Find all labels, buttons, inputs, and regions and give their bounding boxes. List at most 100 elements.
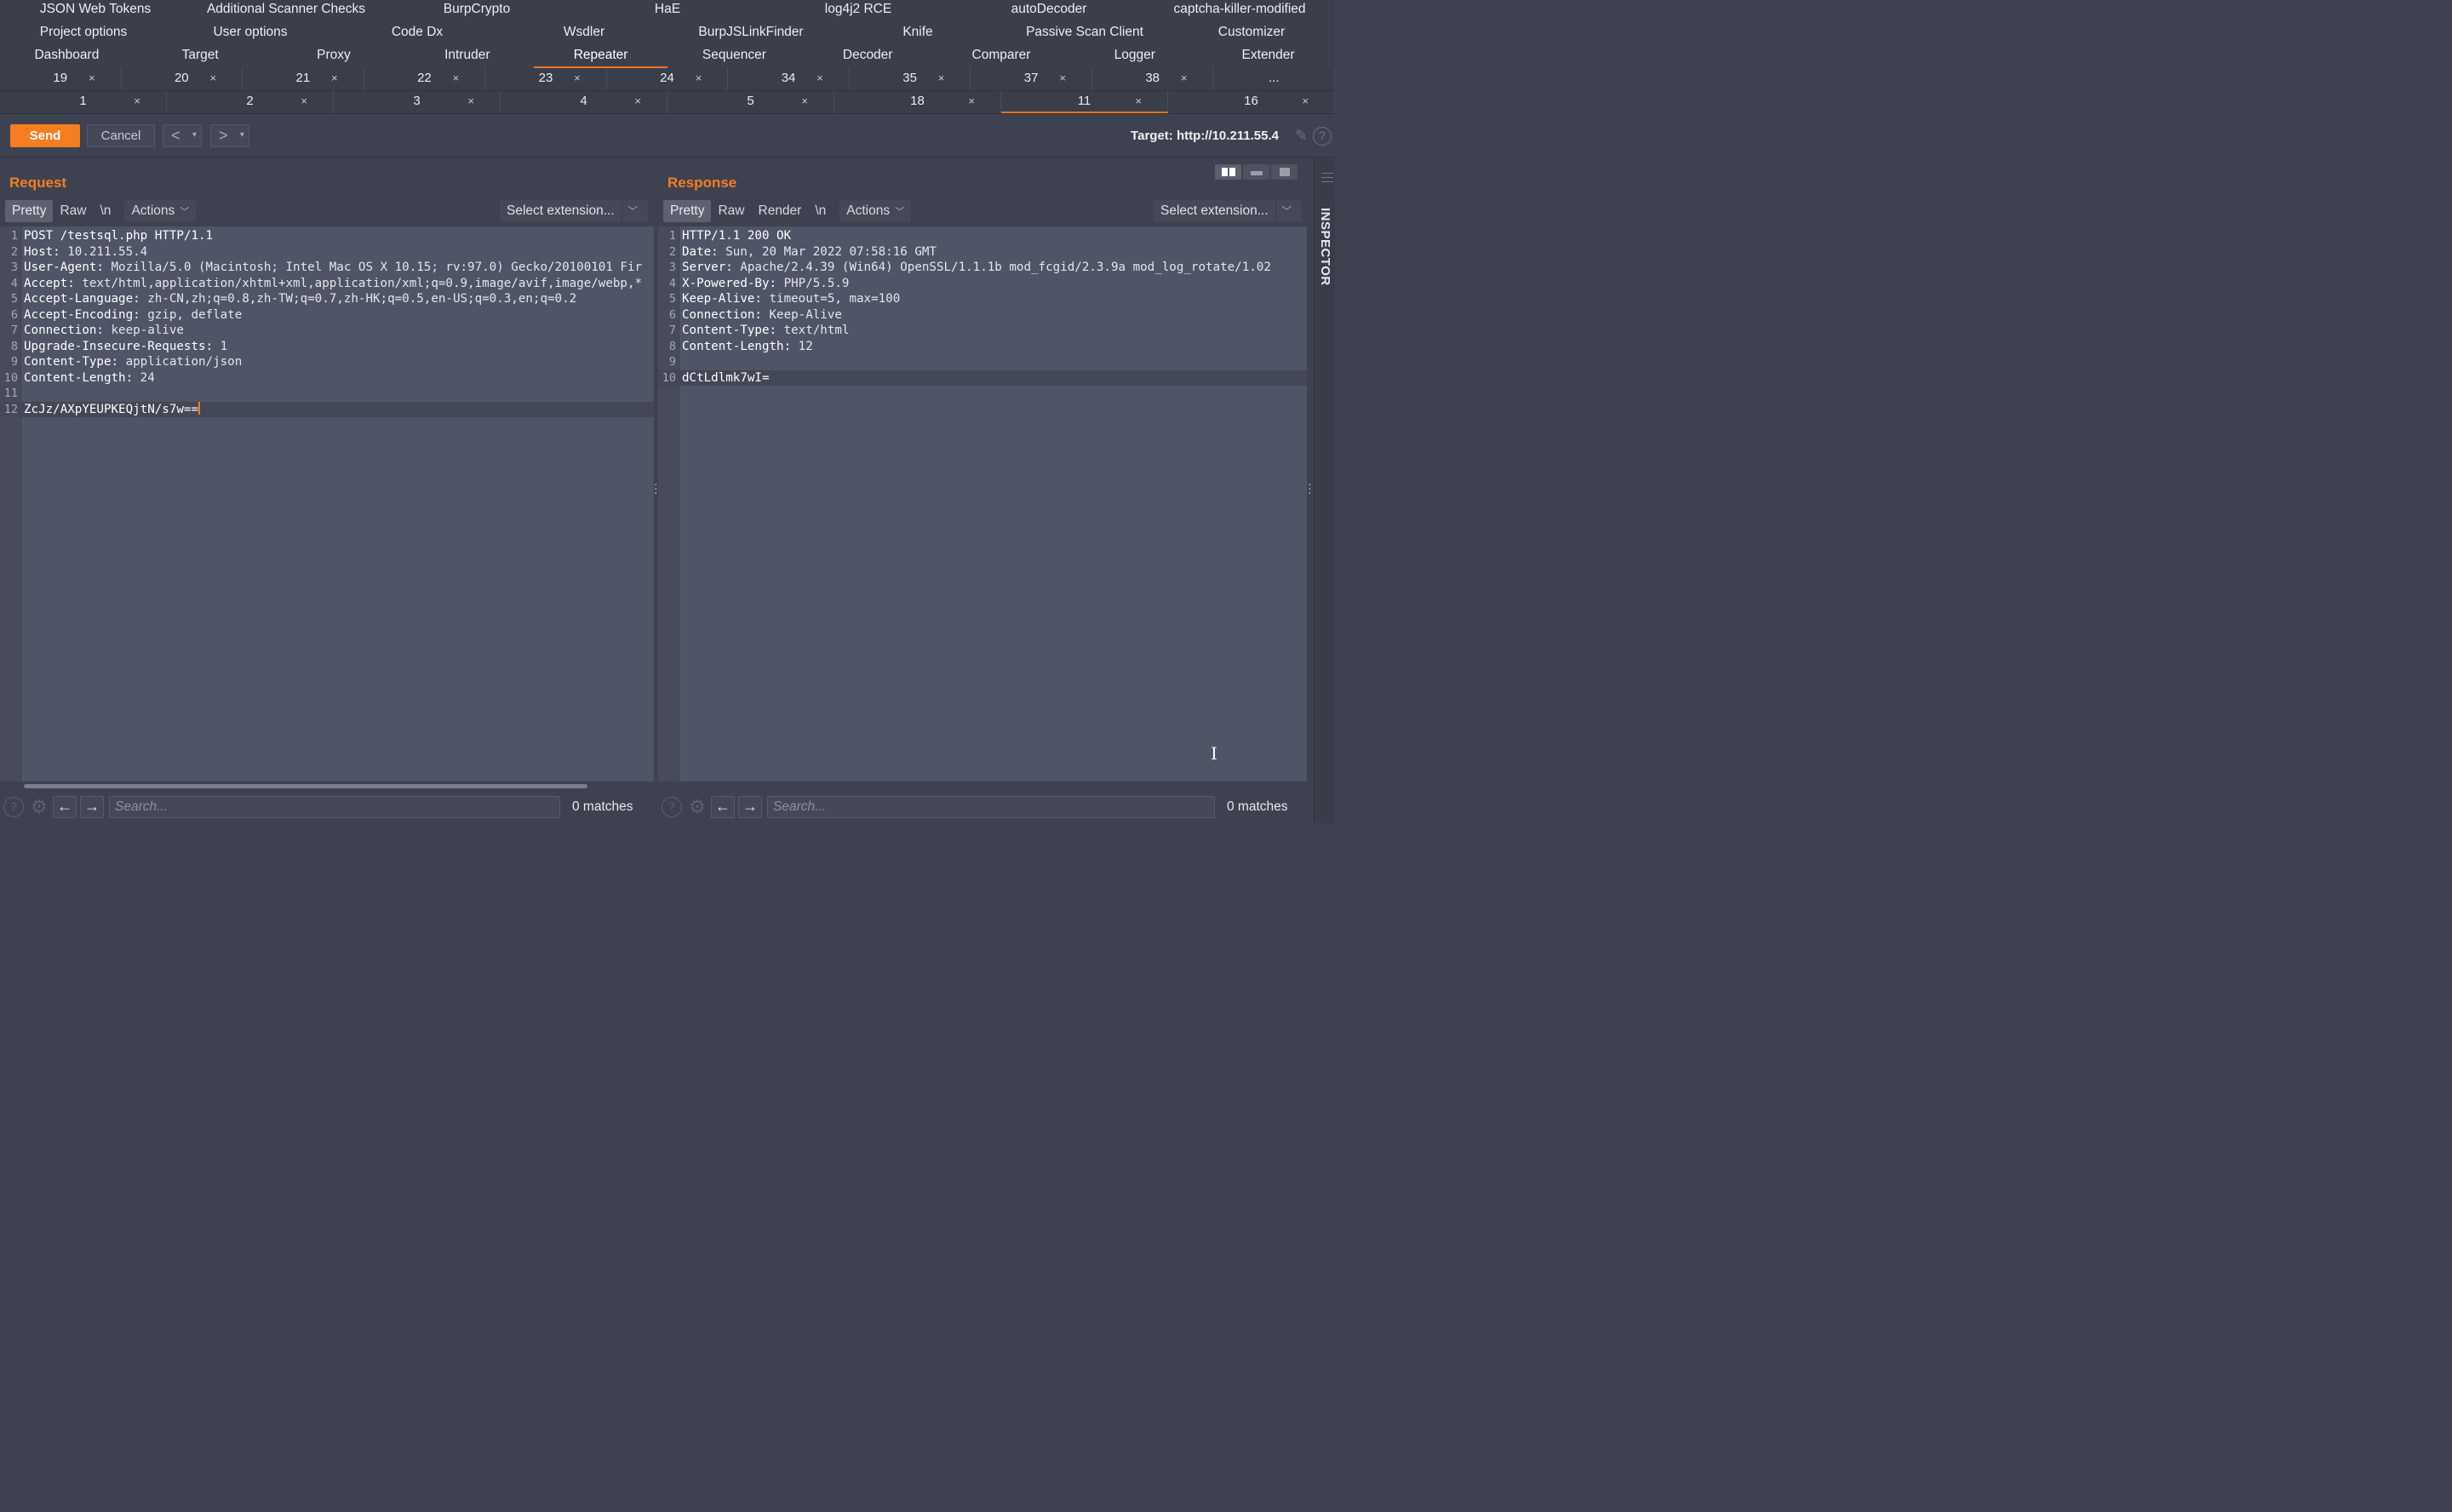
menu-tab-wsdler[interactable]: Wsdler (501, 23, 667, 46)
repeater-tab-4[interactable]: 4 × (501, 91, 667, 113)
close-icon[interactable]: × (696, 68, 702, 89)
repeater-tab-24[interactable]: 24 × (607, 68, 729, 90)
arrow-left-icon[interactable]: ← (711, 796, 735, 818)
forward-dropdown-icon[interactable]: ▾ (236, 125, 249, 146)
help-icon[interactable]: ? (3, 797, 24, 817)
repeater-tab-20[interactable]: 20 × (122, 68, 243, 90)
repeater-tab-21[interactable]: 21 × (243, 68, 364, 90)
menu-tab-log4j2-rce[interactable]: log4j2 RCE (763, 0, 954, 23)
request-view-newline[interactable]: \n (94, 200, 118, 222)
menu-tab-passive-scan-client[interactable]: Passive Scan Client (1001, 23, 1168, 46)
layout-side-by-side-icon[interactable] (1215, 164, 1241, 180)
repeater-tab-35[interactable]: 35 × (850, 68, 971, 90)
gear-icon[interactable]: ⚙ (687, 797, 708, 817)
close-icon[interactable]: × (634, 91, 641, 112)
request-actions-button[interactable]: Actions ﹀ (124, 200, 197, 222)
repeater-tab-3[interactable]: 3 × (334, 91, 501, 113)
close-icon[interactable]: × (210, 68, 217, 89)
menu-tab-json-web-tokens[interactable]: JSON Web Tokens (0, 0, 191, 23)
gear-icon[interactable]: ⚙ (29, 797, 49, 817)
close-icon[interactable]: × (1302, 91, 1309, 112)
menu-tab-burpjslinkfinder[interactable]: BurpJSLinkFinder (667, 23, 834, 46)
menu-tab-user-options[interactable]: User options (167, 23, 334, 46)
back-dropdown-icon[interactable]: ▾ (188, 125, 201, 146)
repeater-tab-16[interactable]: 16 × (1168, 91, 1335, 113)
close-icon[interactable]: × (301, 91, 307, 112)
inspector-panel[interactable]: — — — INSPECTOR (1314, 158, 1335, 823)
response-view-render[interactable]: Render (752, 200, 809, 222)
arrow-right-icon[interactable]: → (80, 796, 104, 818)
menu-tab-repeater[interactable]: Repeater (534, 46, 667, 68)
close-icon[interactable]: × (134, 91, 140, 112)
help-icon[interactable]: ? (1313, 127, 1332, 146)
request-view-pretty[interactable]: Pretty (5, 200, 54, 222)
menu-tab-intruder[interactable]: Intruder (400, 46, 534, 68)
repeater-tab-5[interactable]: 5 × (667, 91, 834, 113)
menu-tab-target[interactable]: Target (134, 46, 267, 68)
close-icon[interactable]: × (968, 91, 975, 112)
close-icon[interactable]: × (453, 68, 460, 89)
menu-tab-hae[interactable]: HaE (572, 0, 763, 23)
menu-tab-decoder[interactable]: Decoder (801, 46, 935, 68)
close-icon[interactable]: × (89, 68, 95, 89)
close-icon[interactable]: × (816, 68, 823, 89)
repeater-tab-38[interactable]: 38 × (1092, 68, 1214, 90)
response-view-raw[interactable]: Raw (711, 200, 751, 222)
repeater-tab-2[interactable]: 2 × (167, 91, 334, 113)
close-icon[interactable]: × (938, 68, 945, 89)
help-icon[interactable]: ? (662, 797, 682, 817)
menu-tab-comparer[interactable]: Comparer (935, 46, 1068, 68)
repeater-tab-23[interactable]: 23 × (485, 68, 607, 90)
menu-tab-extender[interactable]: Extender (1201, 46, 1335, 68)
close-icon[interactable]: × (1135, 91, 1142, 112)
close-icon[interactable]: × (467, 91, 474, 112)
repeater-tab-11[interactable]: 11 × (1001, 91, 1168, 113)
close-icon[interactable]: × (331, 68, 338, 89)
inspector-menu-icon[interactable]: — — — (1321, 166, 1333, 186)
inspector-splitter-handle[interactable]: · · · (1308, 478, 1312, 498)
close-icon[interactable]: × (1059, 68, 1066, 89)
layout-tabs-icon[interactable] (1271, 164, 1298, 180)
menu-tab-sequencer[interactable]: Sequencer (667, 46, 801, 68)
close-icon[interactable]: × (1181, 68, 1188, 89)
repeater-tab-more[interactable]: ... (1213, 68, 1336, 90)
cancel-button[interactable]: Cancel (87, 124, 155, 147)
request-horizontal-scrollbar[interactable] (24, 784, 587, 788)
menu-tab-customizer[interactable]: Customizer (1168, 23, 1335, 46)
forward-arrow-icon[interactable]: > (211, 125, 236, 146)
repeater-tab-22[interactable]: 22 × (364, 68, 486, 90)
response-view-newline[interactable]: \n (808, 200, 833, 222)
layout-stacked-icon[interactable] (1243, 164, 1269, 180)
request-view-raw[interactable]: Raw (53, 200, 93, 222)
close-icon[interactable]: × (574, 68, 581, 89)
repeater-tab-37[interactable]: 37 × (971, 68, 1092, 90)
menu-tab-proxy[interactable]: Proxy (267, 46, 401, 68)
response-editor[interactable]: 1 HTTP/1.1 200 OK 2 Date: Sun, 20 Mar 2022 … (658, 226, 1307, 782)
menu-tab-dashboard[interactable]: Dashboard (0, 46, 134, 68)
send-button[interactable]: Send (10, 124, 80, 147)
menu-tab-autodecoder[interactable]: autoDecoder (954, 0, 1144, 23)
menu-tab-project-options[interactable]: Project options (0, 23, 167, 46)
menu-tab-logger[interactable]: Logger (1068, 46, 1201, 68)
request-search-input[interactable]: Search... (109, 796, 560, 818)
close-icon[interactable]: × (801, 91, 808, 112)
arrow-left-icon[interactable]: ← (53, 796, 77, 818)
request-select-extension[interactable]: Select extension... ﹀ (500, 200, 648, 222)
repeater-tab-19[interactable]: 19 × (0, 68, 122, 90)
edit-icon[interactable]: ✎ (1295, 127, 1308, 145)
inspector-label[interactable]: INSPECTOR (1318, 208, 1332, 286)
repeater-tab-1[interactable]: 1 × (0, 91, 167, 113)
menu-tab-code-dx[interactable]: Code Dx (334, 23, 501, 46)
repeater-tab-18[interactable]: 18 × (834, 91, 1001, 113)
menu-tab-knife[interactable]: Knife (834, 23, 1001, 46)
response-actions-button[interactable]: Actions ﹀ (839, 200, 912, 222)
request-editor[interactable]: 1 POST /testsql.php HTTP/1.1 2 Host: 10.211… (0, 226, 654, 782)
response-select-extension[interactable]: Select extension... ﹀ (1154, 200, 1302, 222)
menu-tab-captcha-killer-modified[interactable]: captcha-killer-modified (1144, 0, 1335, 23)
back-arrow-icon[interactable]: < (163, 125, 188, 146)
menu-tab-burpcrypto[interactable]: BurpCrypto (381, 0, 572, 23)
menu-tab-additional-scanner-checks[interactable]: Additional Scanner Checks (191, 0, 381, 23)
response-view-pretty[interactable]: Pretty (663, 200, 712, 222)
response-search-input[interactable]: Search... (767, 796, 1215, 818)
repeater-tab-34[interactable]: 34 × (728, 68, 850, 90)
